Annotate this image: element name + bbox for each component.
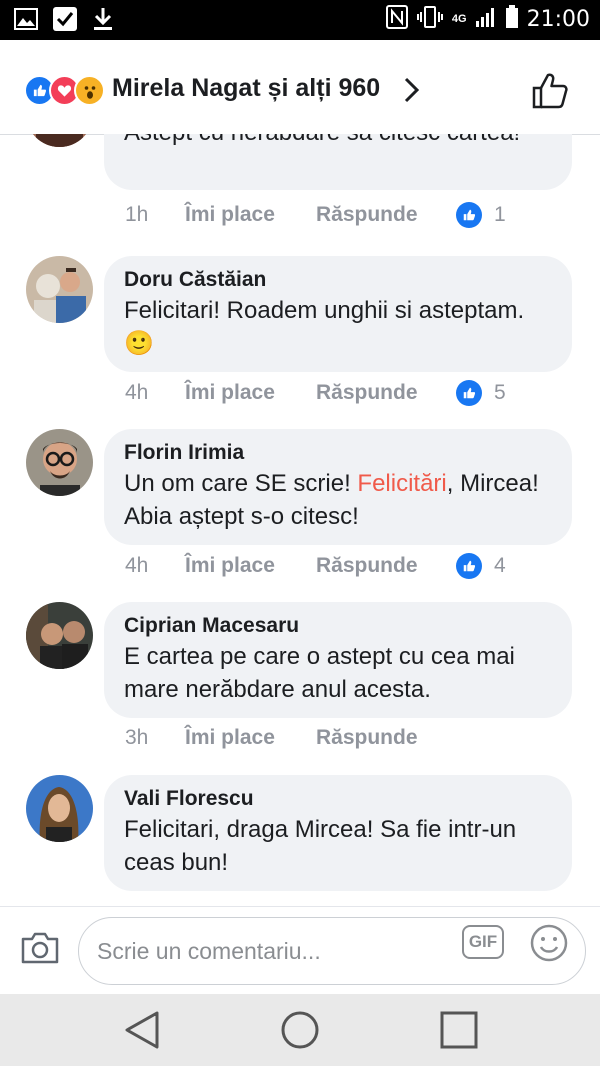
reaction-icons[interactable]	[24, 75, 105, 106]
comment-bubble: Astept cu nerabdare sa citesc cartea!	[104, 134, 572, 190]
comment-bubble: Doru Căstăian Felicitari! Roadem unghii …	[104, 256, 572, 372]
download-icon	[92, 6, 114, 37]
comment-like-count[interactable]: 4	[456, 553, 506, 579]
reactions-summary[interactable]: Mirela Nagat și alți 960	[112, 74, 380, 103]
comment-bubble: Florin Irimia Un om care SE scrie! Felic…	[104, 429, 572, 545]
comment-reply-button[interactable]: Răspunde	[316, 381, 456, 405]
image-icon	[14, 8, 38, 35]
avatar[interactable]	[26, 256, 93, 323]
status-bar: 4G 21:00	[0, 0, 600, 40]
nfc-icon	[385, 5, 408, 34]
comment-text: Un om care SE scrie! Felicitări, Mircea!…	[124, 467, 552, 533]
comment-like-button[interactable]: Îmi place	[185, 381, 316, 405]
navigation-bar	[0, 994, 600, 1066]
avatar[interactable]	[26, 775, 93, 842]
like-badge-icon	[456, 380, 482, 406]
like-count-value: 4	[494, 554, 506, 577]
comment-text: Astept cu nerabdare sa citesc cartea!	[124, 134, 552, 149]
signal-icon	[475, 6, 497, 33]
comment-text: Felicitari, draga Mircea! Sa fie intr-un…	[124, 816, 517, 876]
comment-text: Felicitari! Roadem unghii si asteptam. 🙂	[124, 294, 552, 360]
wow-reaction-icon	[74, 75, 105, 106]
comment-reply-button[interactable]: Răspunde	[316, 726, 456, 750]
comment-time: 4h	[125, 554, 149, 577]
comment-reply-button[interactable]: Răspunde	[316, 554, 456, 578]
comment-time: 1h	[125, 203, 149, 226]
smiley-emoji: 🙂	[124, 330, 154, 357]
comment-text: E cartea pe care o astept cu cea mai mar…	[124, 643, 515, 703]
comment-input-placeholder: Scrie un comentariu...	[97, 937, 321, 964]
gif-button[interactable]: GIF	[462, 925, 504, 959]
like-count-value: 5	[494, 381, 506, 404]
recent-apps-icon[interactable]	[439, 1010, 479, 1055]
comment-author[interactable]: Doru Căstăian	[124, 266, 552, 294]
comment-list[interactable]: Astept cu nerabdare sa citesc cartea! 1h…	[0, 134, 600, 906]
comment-bubble: Vali Florescu Felicitari, draga Mircea! …	[104, 775, 572, 891]
home-icon[interactable]	[280, 1010, 320, 1055]
comment-author[interactable]: Florin Irimia	[124, 439, 552, 467]
back-icon[interactable]	[123, 1010, 161, 1055]
comment-text-highlight[interactable]: Felicitări	[357, 470, 446, 497]
reactions-header: Mirela Nagat și alți 960	[0, 40, 600, 135]
like-badge-icon	[456, 202, 482, 228]
comment-text-body: Felicitari! Roadem unghii si asteptam.	[124, 297, 525, 324]
emoji-icon[interactable]	[529, 923, 569, 968]
comment-like-button[interactable]: Îmi place	[185, 554, 316, 578]
comment-actions: 1h Îmi place Răspunde 1	[125, 202, 506, 228]
battery-icon	[505, 5, 519, 34]
comment-like-count[interactable]: 5	[456, 380, 506, 406]
comment-actions: 4h Îmi place Răspunde 5	[125, 380, 506, 406]
avatar[interactable]	[26, 429, 93, 496]
comment-author[interactable]: Vali Florescu	[124, 785, 552, 813]
comment-composer: Scrie un comentariu... GIF	[0, 906, 600, 995]
comment-like-button[interactable]: Îmi place	[185, 203, 316, 227]
clock: 21:00	[526, 7, 590, 32]
comment-like-button[interactable]: Îmi place	[185, 726, 316, 750]
like-badge-icon	[456, 553, 482, 579]
comment-reply-button[interactable]: Răspunde	[316, 203, 456, 227]
comment-author[interactable]: Ciprian Macesaru	[124, 612, 552, 640]
network-type: 4G	[451, 13, 467, 25]
like-button[interactable]	[530, 71, 570, 116]
comment-input[interactable]: Scrie un comentariu...	[78, 917, 586, 985]
comment-bubble: Ciprian Macesaru E cartea pe care o aste…	[104, 602, 572, 718]
checkbox-icon	[52, 6, 78, 37]
avatar[interactable]	[26, 602, 93, 669]
comment-like-count[interactable]: 1	[456, 202, 506, 228]
avatar[interactable]	[26, 134, 93, 147]
vibrate-icon	[416, 5, 444, 34]
like-count-value: 1	[494, 203, 506, 226]
chevron-right-icon[interactable]	[400, 76, 422, 109]
comment-actions: 4h Îmi place Răspunde 4	[125, 553, 506, 579]
camera-icon[interactable]	[20, 931, 60, 970]
comment-time: 4h	[125, 381, 149, 404]
comment-text-before: Un om care SE scrie!	[124, 470, 358, 497]
comment-actions: 3h Îmi place Răspunde	[125, 726, 456, 750]
comment-time: 3h	[125, 726, 149, 749]
